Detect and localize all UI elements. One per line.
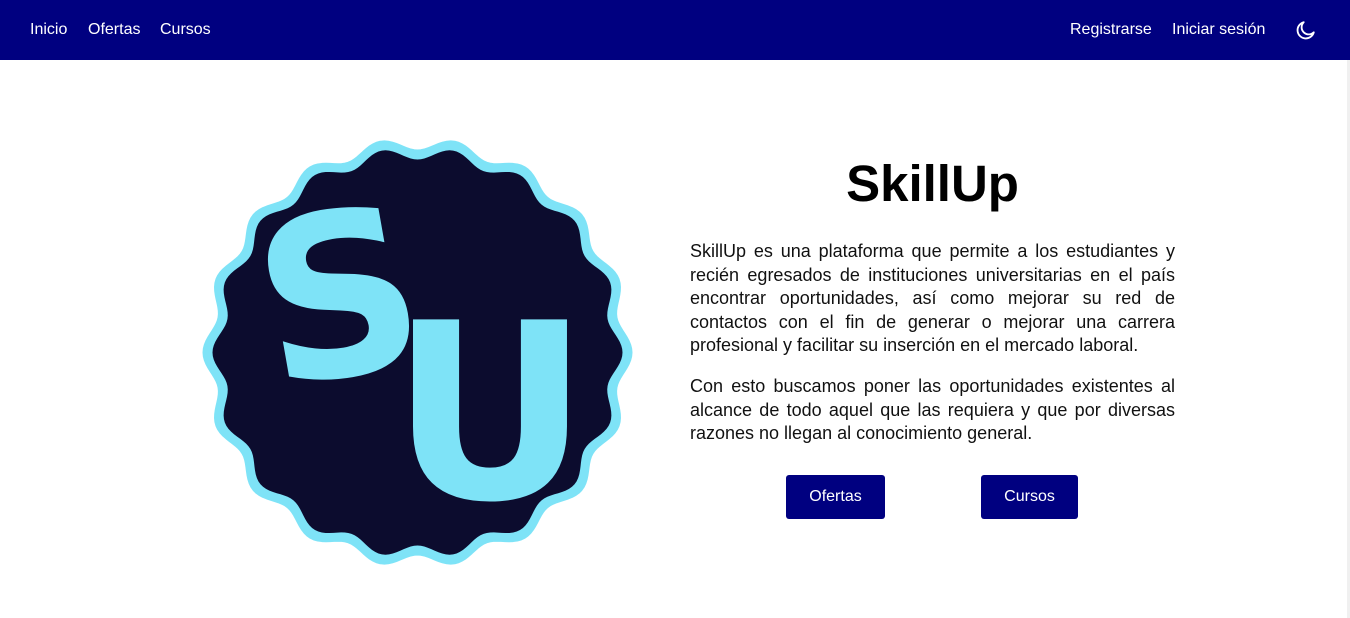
moon-icon <box>1296 21 1315 40</box>
skillup-logo: S U <box>202 140 633 565</box>
theme-toggle-button[interactable] <box>1295 19 1317 41</box>
nav-link-iniciar-sesion[interactable]: Iniciar sesión <box>1172 20 1265 40</box>
logo-letter-u: U <box>391 271 590 556</box>
ofertas-button[interactable]: Ofertas <box>786 475 885 519</box>
page-title: SkillUp <box>846 155 1019 212</box>
nav-link-cursos[interactable]: Cursos <box>160 20 211 40</box>
top-navbar: Inicio Ofertas Cursos Registrarse Inicia… <box>0 0 1350 60</box>
description-paragraph-2: Con esto buscamos poner las oportunidade… <box>690 376 1175 443</box>
nav-link-ofertas[interactable]: Ofertas <box>88 20 140 40</box>
nav-link-registrarse[interactable]: Registrarse <box>1070 20 1152 40</box>
description-paragraph-1: SkillUp es una plataforma que permite a … <box>690 241 1175 355</box>
nav-link-inicio[interactable]: Inicio <box>30 20 67 40</box>
cursos-button[interactable]: Cursos <box>981 475 1078 519</box>
